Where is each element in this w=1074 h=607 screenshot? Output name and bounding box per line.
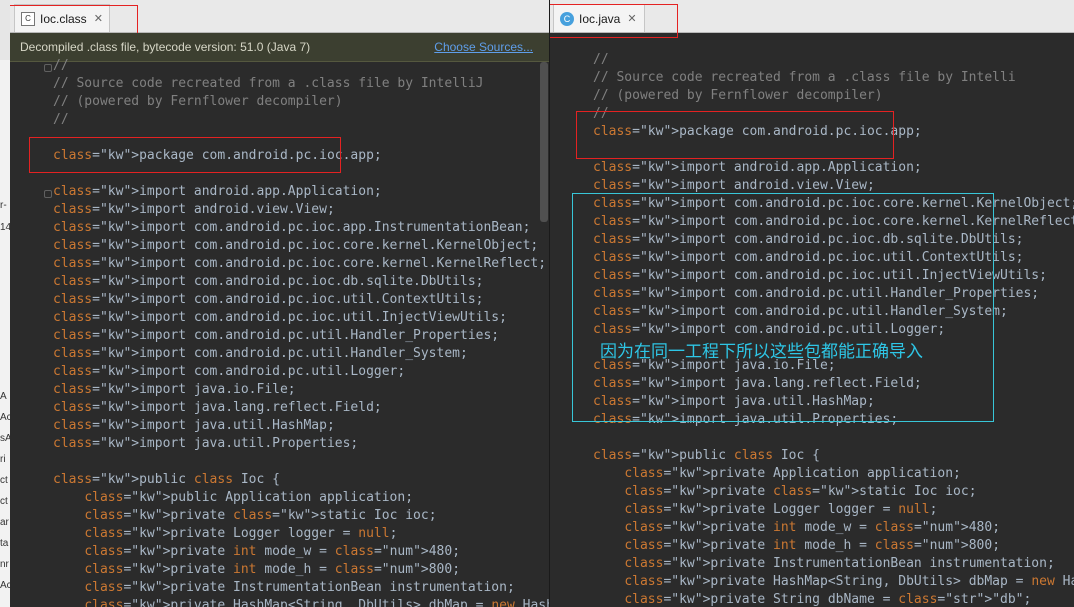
edge-fragment: ar: [0, 517, 9, 528]
code-line: class="kw">private HashMap<String, DbUti…: [624, 574, 1074, 589]
code-line: class="kw">import android.app.Applicatio…: [53, 184, 382, 199]
code-line: class="kw">import com.android.pc.ioc.uti…: [53, 310, 507, 325]
edge-fragment: ta: [0, 538, 9, 549]
code-line: class="kw">import com.android.pc.ioc.cor…: [53, 238, 539, 253]
edge-fragment: ct: [0, 475, 8, 486]
code-line: class="kw">public class Ioc {: [593, 448, 820, 463]
fold-icon[interactable]: [44, 190, 52, 198]
code-line: class="kw">import java.util.Properties;: [53, 436, 359, 451]
right-editor-pane: C Ioc.java ✕ //// Source code recreated …: [550, 0, 1074, 607]
code-line: class="kw">import com.android.pc.ioc.app…: [53, 220, 531, 235]
code-line: // Source code recreated from a .class f…: [53, 76, 484, 91]
code-line: class="kw">public Application applicatio…: [84, 490, 414, 505]
code-line: class="kw">private int mode_h = class="n…: [84, 562, 461, 577]
annotation-text: 因为在同一工程下所以这些包都能正确导入: [600, 342, 923, 362]
code-line: class="kw">import com.android.pc.util.Ha…: [53, 328, 500, 343]
decompiled-banner: Decompiled .class file, bytecode version…: [10, 33, 549, 62]
tab-highlight-box: [550, 4, 678, 38]
code-line: // (powered by Fernflower decompiler): [53, 94, 343, 109]
left-editor-pane: C Ioc.class ✕ Decompiled .class file, by…: [10, 0, 549, 607]
fold-icon[interactable]: [44, 64, 52, 72]
code-line: class="kw">private class="kw">static Ioc…: [84, 508, 437, 523]
code-line: class="kw">import android.view.View;: [53, 202, 335, 217]
code-line: class="kw">public class Ioc {: [53, 472, 280, 487]
code-line: class="kw">private Application applicati…: [624, 466, 961, 481]
code-line: // (powered by Fernflower decompiler): [593, 88, 883, 103]
code-line: class="kw">private int mode_w = class="n…: [84, 544, 461, 559]
edge-fragment: ct: [0, 496, 8, 507]
code-line: class="kw">import com.android.pc.util.Ha…: [53, 346, 468, 361]
code-line: class="kw">import com.android.pc.util.Lo…: [53, 364, 406, 379]
code-line: //: [593, 52, 609, 67]
code-line: class="kw">import java.lang.reflect.Fiel…: [53, 400, 382, 415]
code-line: class="kw">private String dbName = class…: [624, 592, 1032, 607]
code-line: // Source code recreated from a .class f…: [593, 70, 1016, 85]
edge-fragment: nr: [0, 559, 9, 570]
choose-sources-link[interactable]: Choose Sources...: [434, 33, 533, 61]
edge-fragment: A: [0, 391, 7, 402]
background-window-strip: r- 14 A Ac sA ri ct ct ar ta nr Ac: [0, 0, 10, 607]
code-line: class="kw">import com.android.pc.ioc.cor…: [53, 256, 547, 271]
code-line: class="kw">import java.io.File;: [53, 382, 296, 397]
code-line: //: [53, 112, 69, 127]
code-line: class="kw">import android.app.Applicatio…: [593, 160, 922, 175]
code-line: class="kw">private class="kw">static Ioc…: [624, 484, 977, 499]
banner-text: Decompiled .class file, bytecode version…: [20, 40, 311, 54]
code-line: //: [53, 58, 69, 73]
code-line: class="kw">private int mode_h = class="n…: [624, 538, 1001, 553]
package-highlight-box: [29, 137, 341, 173]
code-line: class="kw">private HashMap<String, DbUti…: [84, 598, 549, 607]
imports-annotation-box: [572, 193, 994, 422]
left-scrollbar[interactable]: [540, 62, 548, 222]
edge-fragment: ri: [0, 454, 6, 465]
code-line: class="kw">private Logger logger = null;: [624, 502, 938, 517]
code-line: class="kw">private InstrumentationBean i…: [624, 556, 1055, 571]
edge-fragment: Ac: [0, 580, 10, 591]
edge-fragment: Ac: [0, 412, 10, 423]
code-line: class="kw">private int mode_w = class="n…: [624, 520, 1001, 535]
code-line: class="kw">import com.android.pc.ioc.uti…: [53, 292, 484, 307]
code-line: class="kw">import com.android.pc.ioc.db.…: [53, 274, 484, 289]
code-line: class="kw">private Logger logger = null;: [84, 526, 398, 541]
edge-fragment: 14: [0, 222, 10, 233]
edge-fragment: sA: [0, 433, 10, 444]
package-highlight-box: [576, 111, 894, 159]
edge-fragment: r-: [0, 200, 7, 211]
code-line: class="kw">import java.util.HashMap;: [53, 418, 335, 433]
code-line: class="kw">private InstrumentationBean i…: [84, 580, 515, 595]
